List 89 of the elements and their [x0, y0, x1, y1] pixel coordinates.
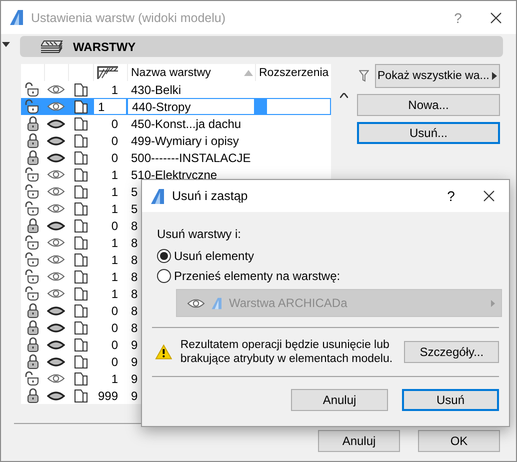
locked-padlock-icon[interactable] — [26, 354, 38, 369]
layer-sheet-icon[interactable] — [74, 270, 88, 284]
layer-sheet-icon[interactable] — [74, 134, 88, 148]
side-button[interactable]: Nowa... — [357, 94, 500, 116]
locked-padlock-icon[interactable] — [26, 337, 38, 352]
locked-padlock-icon[interactable] — [26, 133, 38, 148]
open-padlock-icon[interactable] — [25, 286, 40, 301]
section-header-bar[interactable]: WARSTWY — [20, 36, 503, 57]
open-padlock-icon[interactable] — [25, 235, 40, 250]
dialog-button[interactable]: Usuń — [402, 389, 499, 411]
section-title: WARSTWY — [73, 40, 136, 54]
layer-sheet-icon[interactable] — [74, 150, 88, 164]
filter-dropdown[interactable]: Pokaż wszystkie wa... — [374, 64, 500, 88]
open-padlock-icon[interactable] — [25, 252, 40, 267]
layer-sheet-icon[interactable] — [74, 304, 88, 318]
layer-sheet-icon[interactable] — [74, 320, 88, 334]
layer-sheet-icon[interactable] — [74, 100, 88, 114]
right-triangle-icon — [492, 72, 498, 80]
app-logo-icon — [150, 188, 166, 204]
locked-padlock-icon[interactable] — [26, 218, 38, 233]
closed-eye-icon[interactable] — [47, 390, 65, 400]
layer-sheet-icon[interactable] — [74, 168, 88, 182]
eye-icon[interactable] — [47, 373, 65, 384]
name-field[interactable]: 440-Stropy — [127, 98, 255, 115]
right-triangle-icon — [491, 300, 495, 306]
warning-icon — [155, 344, 172, 360]
eye-icon[interactable] — [47, 237, 65, 248]
eye-icon[interactable] — [47, 254, 65, 265]
help-button[interactable]: ? — [438, 10, 478, 26]
closed-eye-icon[interactable] — [47, 136, 65, 146]
layer-sheet-icon[interactable] — [74, 202, 88, 216]
closed-eye-icon[interactable] — [47, 322, 65, 332]
number-field[interactable]: 1 — [93, 98, 127, 115]
locked-padlock-icon[interactable] — [26, 150, 38, 165]
collapse-triangle-icon[interactable] — [2, 42, 10, 47]
close-icon[interactable] — [490, 12, 502, 24]
open-padlock-icon[interactable] — [25, 82, 40, 97]
closed-eye-icon[interactable] — [47, 152, 65, 162]
open-padlock-icon[interactable] — [25, 184, 40, 199]
app-logo-icon — [211, 296, 223, 310]
locked-padlock-icon[interactable] — [26, 303, 38, 318]
eye-icon[interactable] — [47, 271, 65, 282]
layer-sheet-icon[interactable] — [74, 184, 88, 198]
closed-eye-icon[interactable] — [47, 306, 65, 316]
open-padlock-icon[interactable] — [25, 371, 40, 386]
footer-button[interactable]: OK — [418, 430, 500, 452]
app-logo-icon — [9, 9, 25, 26]
eye-icon[interactable] — [47, 169, 65, 180]
eye-icon[interactable] — [47, 101, 65, 112]
open-padlock-icon[interactable] — [25, 99, 40, 114]
open-padlock-icon[interactable] — [25, 167, 40, 182]
scroll-up-icon[interactable] — [340, 93, 348, 98]
dialog-title: Usuń i zastąp — [172, 189, 249, 203]
side-button[interactable]: Usuń... — [357, 122, 500, 144]
locked-padlock-icon[interactable] — [26, 116, 38, 131]
locked-padlock-icon[interactable] — [26, 320, 38, 335]
locked-padlock-icon[interactable] — [26, 388, 38, 403]
sort-ascending-icon — [244, 70, 253, 76]
eye-icon[interactable] — [47, 203, 65, 214]
eye-icon[interactable] — [47, 84, 65, 95]
dialog-button[interactable]: Anuluj — [291, 389, 388, 411]
hatch-pattern-icon — [97, 66, 119, 80]
footer-button[interactable]: Anuluj — [318, 430, 400, 452]
closed-eye-icon[interactable] — [47, 356, 65, 366]
eye-icon[interactable] — [47, 186, 65, 197]
filter-icon — [359, 70, 369, 82]
help-button[interactable]: ? — [431, 188, 471, 204]
open-padlock-icon[interactable] — [25, 269, 40, 284]
layer-sheet-icon[interactable] — [74, 388, 88, 402]
layer-sheet-icon[interactable] — [74, 286, 88, 300]
layer-sheet-icon[interactable] — [74, 116, 88, 130]
layer-sheet-icon[interactable] — [74, 338, 88, 352]
layers-stack-icon — [41, 40, 63, 53]
layer-sheet-icon[interactable] — [74, 218, 88, 232]
layer-sheet-icon[interactable] — [74, 236, 88, 250]
layer-sheet-icon[interactable] — [74, 82, 88, 96]
closed-eye-icon[interactable] — [47, 118, 65, 128]
closed-eye-icon[interactable] — [47, 220, 65, 230]
eye-icon — [187, 298, 205, 308]
eye-icon[interactable] — [47, 288, 65, 299]
open-padlock-icon[interactable] — [25, 201, 40, 216]
layer-sheet-icon[interactable] — [74, 372, 88, 386]
extension-field[interactable] — [255, 98, 331, 115]
details-button[interactable]: Szczegóły... — [404, 341, 499, 363]
close-icon[interactable] — [483, 190, 495, 202]
layer-sheet-icon[interactable] — [74, 354, 88, 368]
window-title: Ustawienia warstw (widoki modelu) — [31, 10, 227, 24]
layer-sheet-icon[interactable] — [74, 252, 88, 266]
closed-eye-icon[interactable] — [47, 340, 65, 350]
